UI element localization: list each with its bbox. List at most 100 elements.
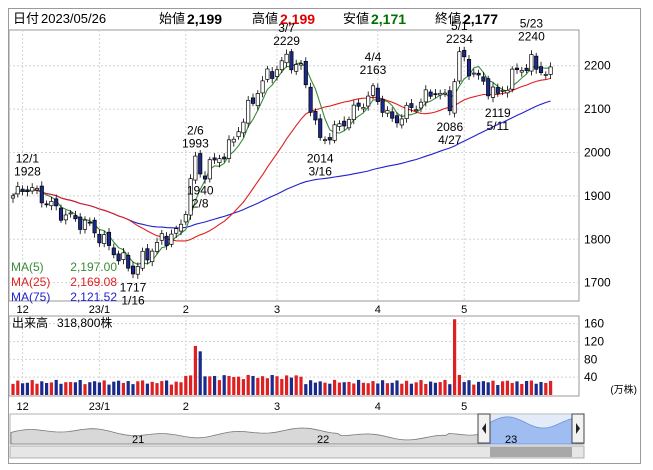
volume-bar <box>237 376 241 395</box>
annotation-text: 2163 <box>360 63 387 77</box>
candle-body <box>159 233 164 241</box>
candle-body <box>265 68 270 80</box>
volume-bar <box>289 377 293 395</box>
volume-bar <box>486 382 490 395</box>
candle-body <box>394 115 400 124</box>
navigator-scroll-thumb[interactable] <box>490 447 572 457</box>
date-tick-label: 5 <box>461 401 467 413</box>
volume-bar <box>265 378 269 395</box>
volume-bar <box>246 374 250 395</box>
volume-bar <box>121 382 125 395</box>
candle-body <box>510 68 515 90</box>
candle-body <box>351 104 356 120</box>
candle-body <box>294 64 299 72</box>
candle-body <box>438 92 443 96</box>
navigator-year-22: 22 <box>317 434 329 446</box>
range-navigator[interactable]: 21 22 23 <box>9 413 585 459</box>
volume-bar <box>390 382 394 395</box>
candle-body <box>140 250 145 269</box>
candle-body <box>361 107 366 110</box>
annotation-text: 5/11 <box>487 119 510 133</box>
volume-bar <box>309 380 313 395</box>
volume-bar <box>409 383 413 395</box>
volume-bar <box>131 384 135 395</box>
candle-body <box>10 195 16 199</box>
volume-bar <box>208 376 212 395</box>
candle-body <box>279 60 284 71</box>
volume-bar <box>491 380 495 395</box>
candle-body <box>380 98 385 113</box>
date-tick-label: 23/1 <box>89 304 110 316</box>
ma5-value: 2,197.00 <box>70 260 117 274</box>
volume-bar <box>477 381 481 395</box>
volume-bar <box>73 382 77 395</box>
annotation-text: 1940 <box>187 184 214 198</box>
candle-body <box>116 253 121 262</box>
candle-body <box>514 67 520 70</box>
candle-body <box>342 120 347 127</box>
volume-bar <box>549 380 553 395</box>
volume-bar <box>515 381 519 395</box>
candle-body <box>289 51 294 71</box>
date-tick-label: 12 <box>16 401 28 413</box>
volume-bar <box>294 375 298 395</box>
candle-body <box>308 86 313 113</box>
annotation-text: 5/1 <box>451 19 468 33</box>
candle-body <box>97 233 102 244</box>
candle-body <box>433 93 438 96</box>
volume-bar <box>433 382 437 395</box>
volume-bar <box>102 380 106 395</box>
volume-label: 出来高 <box>12 315 48 330</box>
volume-bar <box>213 375 217 395</box>
candle-body <box>490 86 496 98</box>
candle-body <box>106 231 112 246</box>
candle-body <box>174 228 179 234</box>
annotation-text: 2240 <box>518 29 545 43</box>
price-tick-label: 1800 <box>584 232 611 246</box>
candle-body <box>505 89 510 94</box>
candle-body <box>126 254 131 269</box>
volume-bar <box>366 383 370 395</box>
candle-body <box>385 110 390 114</box>
candle-body <box>222 156 227 160</box>
candle-body <box>404 104 409 120</box>
volume-bar <box>59 383 63 395</box>
volume-bar <box>501 381 505 395</box>
candle-body <box>82 219 88 230</box>
candle-body <box>524 67 529 71</box>
volume-bar <box>270 374 274 395</box>
navigator-right-handle[interactable] <box>571 413 585 444</box>
candle-body <box>164 235 169 246</box>
candle-body <box>68 212 73 215</box>
candle-body <box>236 131 241 138</box>
volume-bar <box>333 379 337 395</box>
volume-bar <box>112 381 116 395</box>
volume-bar <box>544 382 548 395</box>
volume-bar <box>453 319 457 395</box>
volume-bar <box>54 379 58 395</box>
candle-body <box>457 51 462 82</box>
volume-bar <box>30 380 34 395</box>
candle-body <box>538 66 544 74</box>
navigator-left-handle[interactable] <box>477 413 491 444</box>
volume-bar <box>414 382 418 395</box>
volume-bar <box>169 384 173 395</box>
candle-body <box>370 85 376 96</box>
volume-bar <box>443 379 447 395</box>
candle-body <box>30 187 35 192</box>
volume-bar <box>323 382 327 395</box>
volume-bar <box>337 382 341 395</box>
candle-body <box>49 200 54 207</box>
volume-bar <box>400 383 404 395</box>
candle-body <box>217 158 222 163</box>
ma25-label: MA(25) <box>11 275 50 289</box>
volume-bar <box>424 383 428 395</box>
candle-body <box>486 78 491 97</box>
volume-bar <box>361 382 365 395</box>
ma75-value: 2,121.52 <box>70 290 117 304</box>
candle-body <box>154 242 160 252</box>
volume-bar <box>117 380 121 395</box>
candle-body <box>39 185 44 204</box>
candle-body <box>476 72 481 76</box>
volume-bar <box>184 375 188 395</box>
